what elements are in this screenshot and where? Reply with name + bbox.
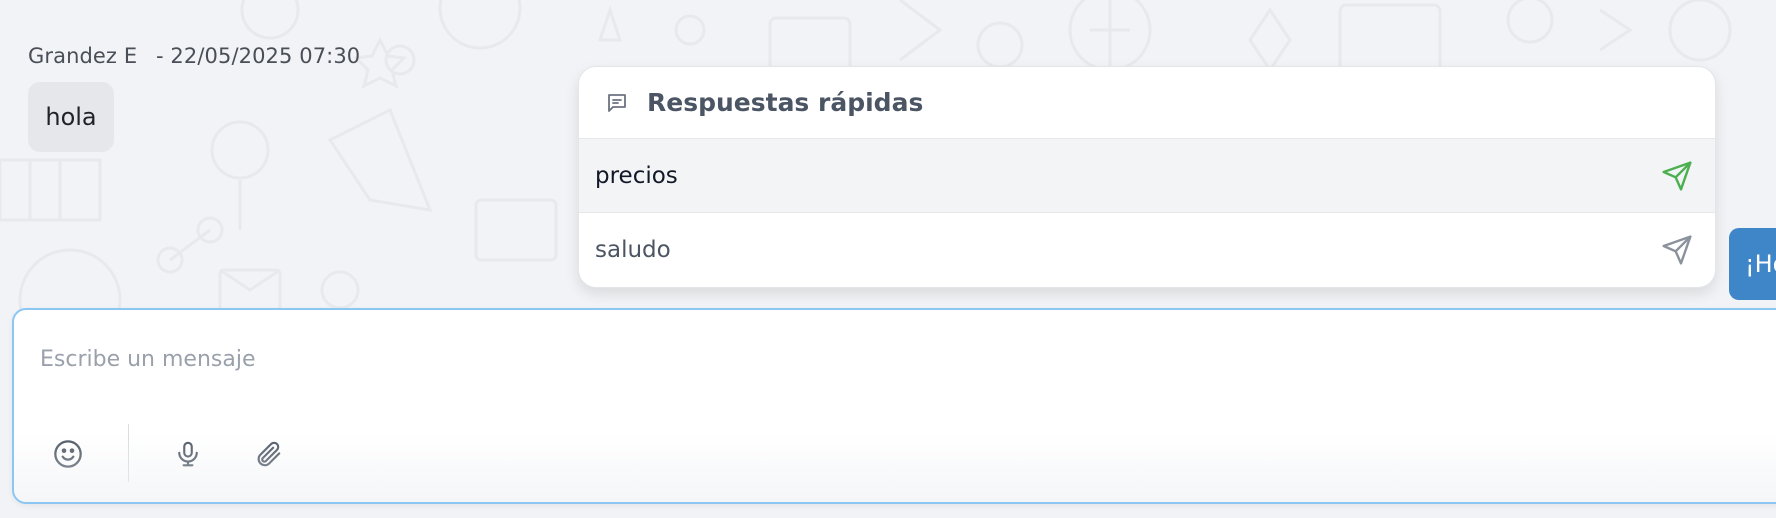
message-input[interactable] bbox=[38, 340, 1542, 378]
incoming-message-bubble: hola bbox=[28, 82, 114, 152]
quick-reply-item-saludo[interactable]: saludo bbox=[579, 213, 1715, 287]
message-composer bbox=[12, 308, 1776, 504]
toolbar-divider bbox=[128, 424, 129, 482]
message-square-icon bbox=[603, 89, 631, 117]
quick-replies-popup: Respuestas rápidas precios saludo bbox=[578, 66, 1716, 288]
quick-reply-item-precios[interactable]: precios bbox=[579, 139, 1715, 213]
sender-name: Grandez E bbox=[28, 44, 138, 68]
outgoing-message-text: ¡Ho bbox=[1745, 250, 1776, 278]
message-timestamp: - 22/05/2025 07:30 bbox=[155, 44, 361, 68]
send-icon[interactable] bbox=[1659, 232, 1695, 268]
chat-window: Grandez E - 22/05/2025 07:30 hola ¡Ho Re… bbox=[0, 0, 1776, 518]
quick-replies-title: Respuestas rápidas bbox=[647, 88, 924, 117]
microphone-icon[interactable] bbox=[168, 434, 208, 474]
quick-replies-header: Respuestas rápidas bbox=[579, 67, 1715, 139]
outgoing-message-bubble: ¡Ho bbox=[1729, 228, 1776, 300]
quick-reply-label: saludo bbox=[595, 237, 671, 263]
quick-reply-label: precios bbox=[595, 162, 678, 189]
emoji-icon[interactable] bbox=[48, 434, 88, 474]
incoming-message-text: hola bbox=[45, 103, 97, 131]
send-icon[interactable] bbox=[1659, 158, 1695, 194]
message-meta: Grandez E - 22/05/2025 07:30 bbox=[28, 44, 360, 68]
paperclip-icon[interactable] bbox=[248, 434, 288, 474]
